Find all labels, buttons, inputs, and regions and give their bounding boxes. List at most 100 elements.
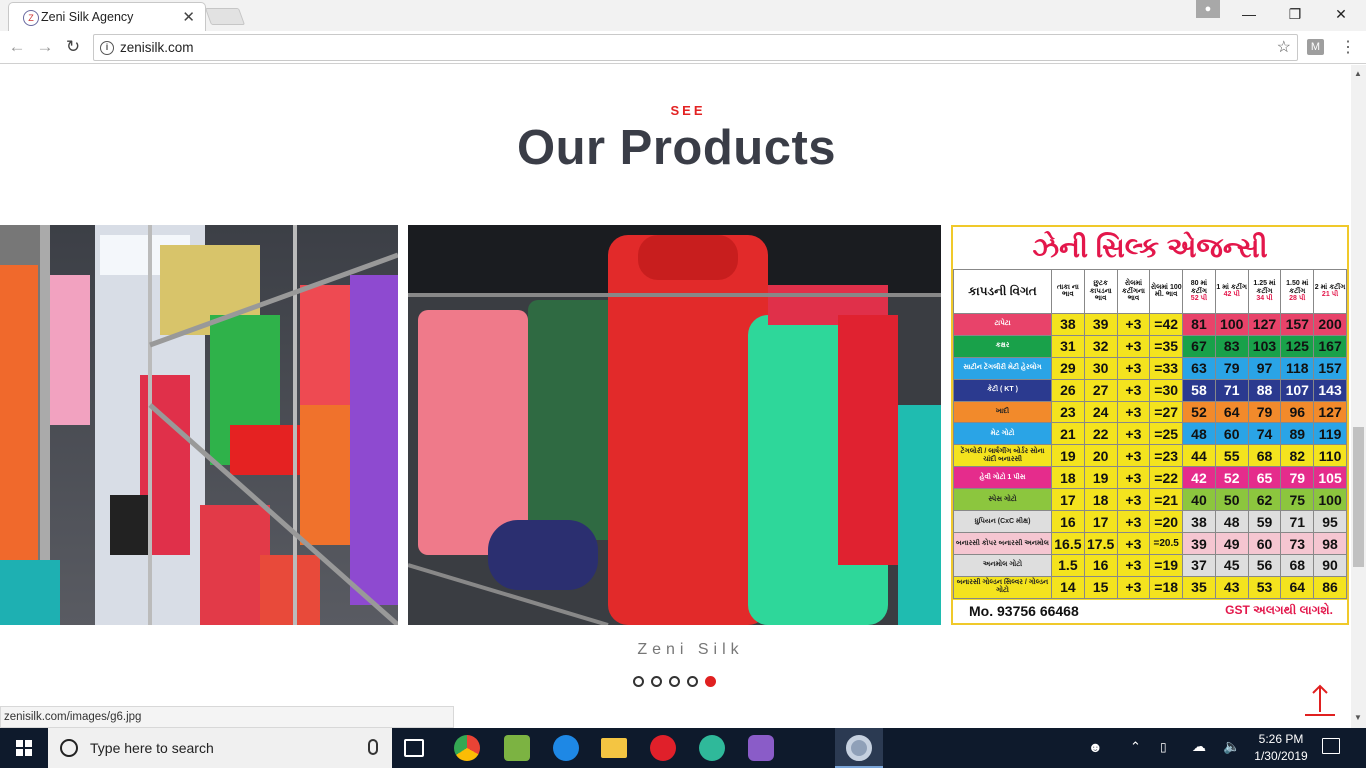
tray-chevron-icon[interactable]: ⌃ <box>1130 739 1141 768</box>
price-header-cell: 1.25 માં કટીંગ 34 પી <box>1247 269 1282 314</box>
price-cell: 17 <box>1083 510 1118 534</box>
price-cell: 105 <box>1313 466 1347 490</box>
price-cell: 100 <box>1313 488 1347 512</box>
browser-toolbar: ← → ↻ i zenisilk.com ☆ M ⋮ <box>0 31 1366 64</box>
new-tab-button[interactable] <box>204 8 246 25</box>
fabric-name-cell: બનારસી કોપર બનારસી અનમોલ <box>953 532 1052 555</box>
fabric-name-cell: કક્ષર <box>953 334 1052 358</box>
gst-note: GST અલગથી લાગશે. <box>1225 603 1333 617</box>
price-cell: 50 <box>1214 488 1249 512</box>
carousel-dot[interactable] <box>669 676 680 687</box>
carousel-dot[interactable] <box>705 676 716 687</box>
price-cell: 31 <box>1051 334 1085 358</box>
price-cell: 53 <box>1247 575 1282 600</box>
tab-close-icon[interactable]: ✕ <box>182 8 195 26</box>
browser-menu-icon[interactable]: ⋮ <box>1340 37 1356 57</box>
product-photo-shelves-center[interactable] <box>408 225 941 625</box>
price-cell: 110 <box>1313 444 1347 468</box>
price-cell: 58 <box>1182 378 1216 402</box>
extension-icon[interactable]: M <box>1307 39 1324 55</box>
scroll-down-icon[interactable]: ▼ <box>1354 713 1362 722</box>
taskbar-search[interactable]: Type here to search <box>48 728 392 768</box>
section-title: Our Products <box>516 121 837 175</box>
volume-icon[interactable]: 🔈 <box>1223 738 1240 768</box>
restore-button[interactable]: ❐ <box>1272 0 1318 31</box>
window-close-button[interactable]: ✕ <box>1318 0 1364 31</box>
price-cell: +3 <box>1116 312 1151 336</box>
price-cell: 86 <box>1313 575 1347 600</box>
price-cell: 95 <box>1313 510 1347 534</box>
scroll-to-top-icon[interactable] <box>1303 682 1337 718</box>
android-studio-icon[interactable] <box>504 735 530 761</box>
atom-icon[interactable] <box>699 735 725 761</box>
bookmark-star-icon[interactable]: ☆ <box>1277 37 1291 57</box>
price-row: સ્પેસ ગોટો 17 18 +3 =21 40 50 62 75 100 <box>953 488 1347 512</box>
price-cell: 60 <box>1214 422 1249 446</box>
carousel-dot[interactable] <box>633 676 644 687</box>
price-cell: 88 <box>1247 378 1282 402</box>
profile-icon[interactable]: ● <box>1196 0 1220 18</box>
price-cell: 44 <box>1182 444 1216 468</box>
windows-taskbar: Type here to search ☻ ⌃ ▯ ☁ 🔈 5:26 PM 1/… <box>0 728 1366 768</box>
chrome-icon[interactable] <box>454 735 480 761</box>
price-cell: 125 <box>1280 334 1315 358</box>
price-cell: 97 <box>1247 356 1282 380</box>
carousel-dot[interactable] <box>651 676 662 687</box>
notifications-icon[interactable] <box>1322 738 1340 754</box>
price-cell: 17 <box>1051 488 1085 512</box>
price-cell: 62 <box>1247 488 1282 512</box>
price-cell: 21 <box>1051 422 1085 446</box>
price-cell: 16 <box>1083 554 1118 577</box>
price-cell: 68 <box>1280 554 1315 577</box>
price-cell: =19 <box>1149 554 1184 577</box>
info-icon[interactable]: i <box>100 41 114 55</box>
price-row: ટાપેટા 38 39 +3 =42 81 100 127 157 200 <box>953 312 1347 336</box>
price-cell: 127 <box>1313 400 1347 424</box>
chrome-active-window[interactable] <box>835 728 883 768</box>
browser-tab[interactable]: Z Zeni Silk Agency ✕ <box>8 2 206 31</box>
reload-icon[interactable]: ↻ <box>62 37 84 57</box>
search-placeholder: Type here to search <box>90 740 214 756</box>
price-cell: 48 <box>1182 422 1216 446</box>
page-content: SEE Our Products ઝેની સિલ્ક એજન્સી કાપડન… <box>0 65 1351 728</box>
scroll-thumb[interactable] <box>1353 427 1364 567</box>
product-price-board[interactable]: ઝેની સિલ્ક એજન્સી કાપડની વિગત તાકા ના ભાવ… <box>951 225 1349 625</box>
price-cell: 75 <box>1280 488 1315 512</box>
product-photo-shelves-left[interactable] <box>0 225 398 625</box>
microphone-icon[interactable] <box>368 739 378 755</box>
forward-arrow-icon[interactable]: → <box>34 37 56 57</box>
task-view-icon[interactable] <box>404 739 424 757</box>
page-scrollbar[interactable]: ▲ ▼ <box>1351 65 1366 728</box>
carousel-dot[interactable] <box>687 676 698 687</box>
file-explorer-icon[interactable] <box>601 738 627 758</box>
opera-icon[interactable] <box>650 735 676 761</box>
app-icon[interactable] <box>748 735 774 761</box>
price-cell: +3 <box>1116 334 1151 358</box>
price-cell: 59 <box>1247 510 1282 534</box>
price-cell: 100 <box>1214 312 1249 336</box>
price-cell: 55 <box>1214 444 1249 468</box>
windows-start-icon[interactable] <box>0 728 48 768</box>
people-icon[interactable]: ☻ <box>1088 739 1103 768</box>
price-cell: 37 <box>1182 554 1216 577</box>
price-cell: 18 <box>1083 488 1118 512</box>
address-bar[interactable]: i zenisilk.com ☆ <box>93 34 1298 61</box>
price-subheader: 52 પી <box>1190 295 1208 303</box>
price-cell: +3 <box>1116 575 1151 600</box>
minimize-button[interactable]: — <box>1226 0 1272 31</box>
price-cell: +3 <box>1116 356 1151 380</box>
price-cell: +3 <box>1116 532 1151 555</box>
price-header-cell: 2 માં કટીંગ 21 પી <box>1313 269 1347 314</box>
system-clock[interactable]: 5:26 PM 1/30/2019 <box>1250 731 1312 765</box>
price-cell: 20 <box>1083 444 1118 468</box>
clock-date: 1/30/2019 <box>1254 749 1308 763</box>
edge-icon[interactable] <box>553 735 579 761</box>
onedrive-icon[interactable]: ☁ <box>1192 738 1206 768</box>
price-cell: 74 <box>1247 422 1282 446</box>
price-cell: 81 <box>1182 312 1216 336</box>
price-cell: 49 <box>1214 532 1249 555</box>
battery-icon[interactable]: ▯ <box>1160 740 1167 768</box>
back-arrow-icon[interactable]: ← <box>6 37 28 57</box>
scroll-up-icon[interactable]: ▲ <box>1354 69 1362 78</box>
price-cell: 79 <box>1214 356 1249 380</box>
